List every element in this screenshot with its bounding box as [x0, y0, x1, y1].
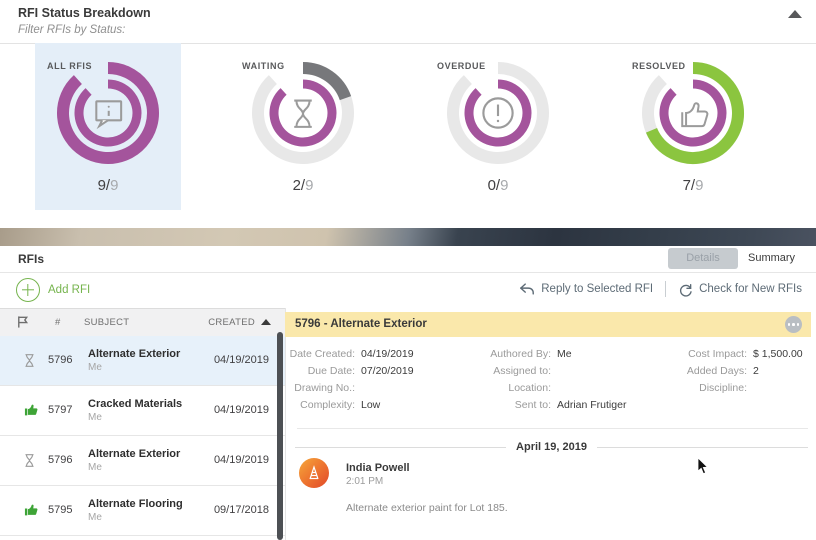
- field-value: Low: [361, 399, 381, 411]
- ellipsis-icon[interactable]: [785, 316, 802, 333]
- donut-waiting: [251, 61, 355, 165]
- column-number: #: [55, 317, 61, 328]
- hourglass-icon: [25, 354, 34, 367]
- rfis-toolbar: Add RFI Reply to Selected RFI Check for …: [0, 272, 816, 308]
- table-row[interactable]: 5795 Alternate Flooring Me 09/17/2018: [0, 486, 285, 536]
- tab-summary[interactable]: Summary: [748, 248, 795, 269]
- table-row[interactable]: 5796 Alternate Exterior Me 04/19/2019: [0, 336, 285, 386]
- info-bubble-icon: [95, 100, 123, 130]
- hourglass-icon: [25, 454, 34, 467]
- table-row[interactable]: 5796 Alternate Exterior Me 04/19/2019: [0, 436, 285, 486]
- breakdown-subtitle: Filter RFIs by Status:: [18, 24, 126, 36]
- field-value: Me: [557, 348, 572, 360]
- field-value: $ 1,500.00: [753, 348, 803, 360]
- rfis-header: RFIs Details Summary: [0, 246, 816, 273]
- status-card-waiting[interactable]: WAITING 2/9: [230, 43, 376, 210]
- refresh-icon: [680, 283, 692, 297]
- thumbs-up-icon: [681, 102, 709, 128]
- tab-details[interactable]: Details: [668, 248, 738, 269]
- comment-time: 2:01 PM: [346, 476, 384, 487]
- status-card-resolved[interactable]: RESOLVED 7/9: [620, 43, 766, 210]
- plus-icon: [16, 278, 40, 302]
- breakdown-title: RFI Status Breakdown: [18, 6, 151, 20]
- donut-overdue: [446, 61, 550, 165]
- avatar: [299, 458, 329, 488]
- list-scrollbar[interactable]: [277, 332, 283, 540]
- date-divider: April 19, 2019: [295, 441, 808, 453]
- thumbs-up-icon: [24, 404, 38, 416]
- field-value: 07/20/2019: [361, 365, 414, 377]
- reply-to-selected-rfi-button[interactable]: Reply to Selected RFI: [519, 282, 653, 296]
- company-logo-icon: [309, 465, 319, 480]
- detail-fields: Date Created: 04/19/2019 Due Date: 07/20/2…: [289, 348, 803, 411]
- rfi-detail-panel: 5796 - Alternate Exterior Date Created: 0…: [285, 308, 816, 540]
- table-row[interactable]: 5797 Cracked Materials Me 04/19/2019: [0, 386, 285, 436]
- exclamation-icon: [482, 97, 514, 129]
- card-count: 9/9: [97, 177, 119, 194]
- thumbs-up-icon: [24, 504, 38, 516]
- rfi-table-header[interactable]: # SUBJECT CREATED: [0, 308, 285, 337]
- column-subject: SUBJECT: [84, 317, 130, 328]
- comment-author: India Powell: [346, 462, 410, 474]
- donut-all-rfis: [56, 61, 160, 165]
- card-count: 7/9: [682, 177, 704, 194]
- mouse-cursor: [697, 458, 709, 475]
- detail-header: 5796 - Alternate Exterior: [285, 312, 811, 337]
- donut-resolved: [641, 61, 745, 165]
- reply-icon: [520, 283, 535, 295]
- comment-text: Alternate exterior paint for Lot 185.: [346, 502, 508, 514]
- rfi-list-panel: # SUBJECT CREATED 5796 Alternate Exterio…: [0, 308, 286, 540]
- divider: [665, 281, 667, 297]
- rfis-title: RFIs: [18, 252, 45, 266]
- divider: [297, 428, 808, 429]
- check-for-new-rfis-button[interactable]: Check for New RFIs: [678, 282, 802, 297]
- hourglass-icon: [294, 99, 312, 128]
- card-count: 2/9: [292, 177, 314, 194]
- column-created: CREATED: [208, 317, 255, 328]
- flag-icon: [18, 316, 29, 328]
- detail-title: 5796 - Alternate Exterior: [295, 318, 427, 330]
- status-cards: ALL RFIS 9/9 WAITING 2/9 OVERDUE 0/9 RES…: [0, 43, 816, 210]
- field-value: 04/19/2019: [361, 348, 414, 360]
- status-card-overdue[interactable]: OVERDUE 0/9: [425, 43, 571, 210]
- sort-asc-icon: [261, 319, 271, 325]
- field-value: 2: [753, 365, 759, 377]
- status-card-all-rfis[interactable]: ALL RFIS 9/9: [35, 43, 181, 210]
- add-rfi-button[interactable]: Add RFI: [16, 278, 90, 302]
- card-count: 0/9: [487, 177, 509, 194]
- rfi-dashboard: RFI Status Breakdown Filter RFIs by Stat…: [0, 0, 816, 540]
- field-value: Adrian Frutiger: [557, 399, 627, 411]
- caret-up-icon[interactable]: [788, 10, 802, 18]
- project-photo-strip: [0, 228, 816, 246]
